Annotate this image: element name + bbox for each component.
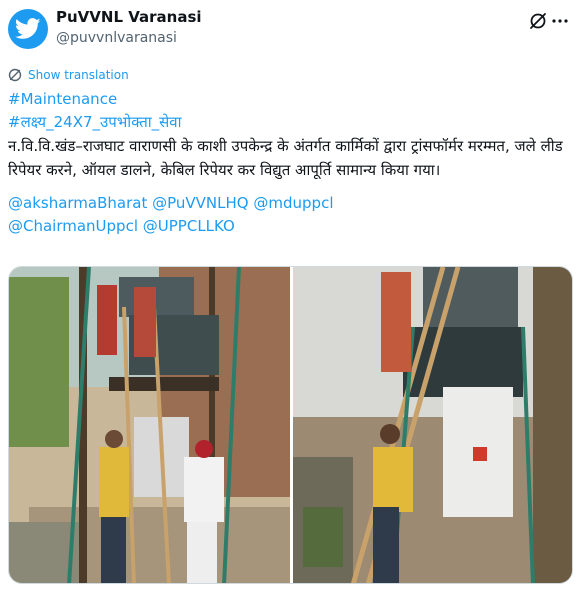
tweet-card: PuVVNL Varanasi @puvvnlvaranasi Show tra… — [0, 0, 576, 599]
hashtag-maintenance[interactable]: #Maintenance — [8, 88, 568, 111]
photo-2-image — [293, 267, 572, 583]
author-names: PuVVNL Varanasi @puvvnlvaranasi — [56, 7, 202, 49]
mention-aksharmabharat[interactable]: @aksharmaBharat — [8, 194, 147, 212]
twitter-bird-icon — [15, 18, 41, 39]
more-dots-icon — [552, 19, 568, 23]
mention-chairmanuppcl[interactable]: @ChairmanUppcl — [8, 217, 138, 235]
mention-puvvnlhq[interactable]: @PuVVNLHQ — [152, 194, 248, 212]
grok-button[interactable] — [528, 11, 548, 31]
tweet-text: #Maintenance #लक्ष्य_24X7_उपभोक्ता_सेवा … — [8, 88, 568, 238]
photo-1-image — [9, 267, 290, 583]
hashtag-lakshya[interactable]: #लक्ष्य_24X7_उपभोक्ता_सेवा — [8, 111, 568, 134]
photo-1[interactable] — [9, 267, 290, 583]
show-translation-link[interactable]: Show translation — [8, 66, 129, 84]
translate-globe-icon — [8, 68, 22, 82]
avatar[interactable] — [8, 9, 48, 49]
grok-slash-icon — [530, 13, 546, 29]
mentions-line-1: @aksharmaBharat @PuVVNLHQ @mduppcl — [8, 192, 568, 215]
tweet-header: PuVVNL Varanasi @puvvnlvaranasi — [8, 7, 568, 51]
media-grid — [8, 266, 573, 584]
photo-2[interactable] — [293, 267, 572, 583]
show-translation-label[interactable]: Show translation — [28, 68, 129, 82]
mention-mduppcl[interactable]: @mduppcl — [253, 194, 333, 212]
mention-uppcllko[interactable]: @UPPCLLKO — [143, 217, 235, 235]
tweet-body: न.वि.वि.खंड–राजघाट वाराणसी के काशी उपकेन… — [8, 137, 563, 179]
more-options-button[interactable] — [552, 11, 568, 31]
mentions-line-2: @ChairmanUppcl @UPPCLLKO — [8, 215, 568, 238]
user-handle[interactable]: @puvvnlvaranasi — [56, 27, 202, 49]
display-name[interactable]: PuVVNL Varanasi — [56, 7, 202, 27]
